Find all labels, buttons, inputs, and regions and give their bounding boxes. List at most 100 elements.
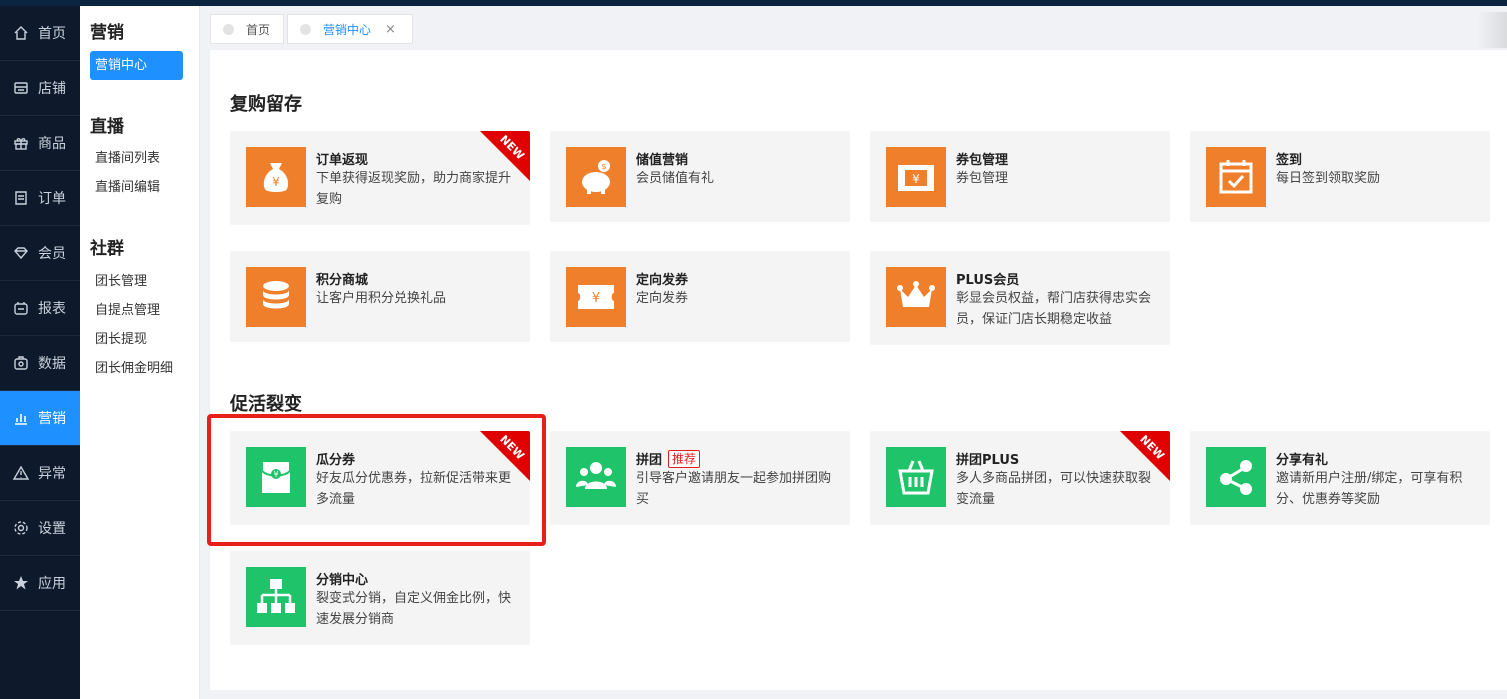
card-title: 积分商城 — [316, 273, 369, 288]
card-targeted-coupon[interactable]: ¥ 定向发券 定向发券 — [550, 251, 850, 342]
recommend-badge: 推荐 — [668, 449, 701, 468]
crown-icon — [886, 267, 946, 327]
submenu-item-leader-manage[interactable]: 团长管理 — [80, 267, 200, 296]
card-desc: 定向发券 — [636, 291, 689, 306]
gear-icon — [12, 519, 30, 537]
coupon-pack-icon: ¥ — [886, 147, 946, 207]
nav-item-exception[interactable]: 异常 — [0, 446, 80, 501]
submenu-item-live-list[interactable]: 直播间列表 — [80, 144, 200, 173]
tab-label: 营销中心 — [323, 22, 372, 37]
new-badge: NEW — [480, 131, 530, 181]
card-title: 签到 — [1276, 153, 1303, 168]
nav-item-apps[interactable]: 应用 — [0, 556, 80, 611]
bar-chart-icon — [12, 409, 30, 427]
report-icon — [12, 299, 30, 317]
star-icon — [12, 574, 30, 592]
submenu-item-pickup-manage[interactable]: 自提点管理 — [80, 296, 200, 325]
card-title: 订单返现 — [316, 153, 369, 168]
ticket-icon: ¥ — [566, 267, 626, 327]
card-desc: 邀请新用户注册/绑定，可享有积分、优惠券等奖励 — [1276, 471, 1463, 507]
svg-text:¥: ¥ — [272, 175, 280, 189]
card-split-coupon[interactable]: ¥ 瓜分券 好友瓜分优惠券，拉新促活带来更多流量 NEW — [230, 431, 530, 525]
tab-home[interactable]: 首页 — [210, 14, 284, 44]
nav-item-label: 首页 — [38, 26, 66, 42]
nav-item-goods[interactable]: 商品 — [0, 116, 80, 171]
submenu-item-leader-withdraw[interactable]: 团长提现 — [80, 325, 200, 354]
submenu-group-title: 直播 — [90, 117, 124, 137]
coins-icon — [246, 267, 306, 327]
nav-item-order[interactable]: 订单 — [0, 171, 80, 226]
card-desc: 引导客户邀请朋友一起参加拼团购买 — [636, 471, 832, 507]
nav-item-label: 异常 — [38, 466, 66, 482]
card-title: 瓜分券 — [316, 453, 356, 468]
svg-text:¥: ¥ — [912, 172, 920, 186]
nav-item-label: 应用 — [38, 576, 66, 592]
tab-label: 首页 — [246, 22, 271, 37]
card-sign-in[interactable]: 签到 每日签到领取奖励 — [1190, 131, 1490, 222]
nav-item-settings[interactable]: 设置 — [0, 501, 80, 556]
card-desc: 会员储值有礼 — [636, 171, 715, 186]
card-desc: 每日签到领取奖励 — [1276, 171, 1381, 186]
card-title: 定向发券 — [636, 273, 689, 288]
nav-item-member[interactable]: 会员 — [0, 226, 80, 281]
store-icon — [12, 79, 30, 97]
card-group-buy[interactable]: 拼团 推荐 引导客户邀请朋友一起参加拼团购买 — [550, 431, 850, 525]
gift-icon — [12, 134, 30, 152]
nav-item-label: 数据 — [38, 356, 66, 372]
nav-item-label: 营销 — [38, 411, 66, 427]
card-desc: 裂变式分销，自定义佣金比例，快速发展分销商 — [316, 591, 512, 627]
piggy-bank-icon: $ — [566, 147, 626, 207]
home-icon — [12, 24, 30, 42]
card-title: 拼团 推荐 — [636, 449, 701, 468]
tab-marketing-center[interactable]: 营销中心 × — [287, 14, 413, 44]
nav-item-data[interactable]: 数据 — [0, 336, 80, 391]
tab-dot-icon — [300, 23, 311, 35]
tab-bar: 首页 营销中心 × — [200, 6, 1490, 50]
card-title: 分销中心 — [316, 573, 369, 588]
submenu-item-live-edit[interactable]: 直播间编辑 — [80, 173, 200, 202]
card-desc: 券包管理 — [956, 171, 1009, 186]
close-icon[interactable]: × — [385, 22, 396, 37]
card-points-mall[interactable]: 积分商城 让客户用积分兑换礼品 — [230, 251, 530, 342]
diamond-icon — [12, 244, 30, 262]
nav-item-label: 订单 — [38, 191, 66, 207]
nav-item-marketing[interactable]: 营销 — [0, 391, 80, 446]
card-title: 储值营销 — [636, 153, 689, 168]
share-icon — [1206, 447, 1266, 507]
nav-item-label: 设置 — [38, 521, 66, 537]
money-bag-icon: ¥ — [246, 147, 306, 207]
warning-icon — [12, 464, 30, 482]
card-desc: 彰显会员权益，帮门店获得忠实会员，保证门店长期稳定收益 — [956, 291, 1152, 327]
calendar-check-icon — [1206, 147, 1266, 207]
card-title-text: 拼团 — [636, 453, 663, 468]
section-title: 复购留存 — [230, 94, 302, 115]
nav-item-label: 店铺 — [38, 81, 66, 97]
svg-text:¥: ¥ — [592, 291, 600, 306]
primary-nav: 首页 店铺 商品 订单 会员 报表 数据 营销 异常 设置 应用 — [0, 6, 80, 699]
card-desc: 让客户用积分兑换礼品 — [316, 291, 447, 306]
card-group-buy-plus[interactable]: 拼团PLUS 多人多商品拼团，可以快速获取裂变流量 NEW — [870, 431, 1170, 525]
group-icon — [566, 447, 626, 507]
submenu-group-title: 营销 — [90, 23, 124, 43]
nav-item-label: 会员 — [38, 246, 66, 262]
nav-item-home[interactable]: 首页 — [0, 6, 80, 61]
org-chart-icon — [246, 567, 306, 627]
red-envelope-icon: ¥ — [246, 447, 306, 507]
card-stored-value[interactable]: $ 储值营销 会员储值有礼 — [550, 131, 850, 222]
new-badge: NEW — [480, 431, 530, 481]
card-order-cashback[interactable]: ¥ 订单返现 下单获得返现奖励，助力商家提升复购 NEW — [230, 131, 530, 225]
order-icon — [12, 189, 30, 207]
card-share-gift[interactable]: 分享有礼 邀请新用户注册/绑定，可享有积分、优惠券等奖励 — [1190, 431, 1490, 525]
card-coupon-pack[interactable]: ¥ 券包管理 券包管理 — [870, 131, 1170, 222]
content-panel: 复购留存 ¥ 订单返现 下单获得返现奖励，助力商家提升复购 NEW $ 储值营销… — [210, 50, 1507, 690]
secondary-menu: 营销 营销中心 直播 直播间列表 直播间编辑 社群 团长管理 自提点管理 团长提… — [80, 6, 200, 699]
main-area: 首页 营销中心 × 复购留存 ¥ 订单返现 下单获得返现奖励，助力商家提升复购 … — [200, 6, 1507, 699]
card-plus-member[interactable]: PLUS会员 彰显会员权益，帮门店获得忠实会员，保证门店长期稳定收益 — [870, 251, 1170, 345]
submenu-item-leader-commission[interactable]: 团长佣金明细 — [80, 354, 200, 383]
card-distribution-center[interactable]: 分销中心 裂变式分销，自定义佣金比例，快速发展分销商 — [230, 551, 530, 645]
nav-item-report[interactable]: 报表 — [0, 281, 80, 336]
tab-scroll-shadow — [1477, 12, 1507, 48]
submenu-item-marketing-center[interactable]: 营销中心 — [90, 51, 183, 80]
nav-item-store[interactable]: 店铺 — [0, 61, 80, 116]
basket-icon — [886, 447, 946, 507]
